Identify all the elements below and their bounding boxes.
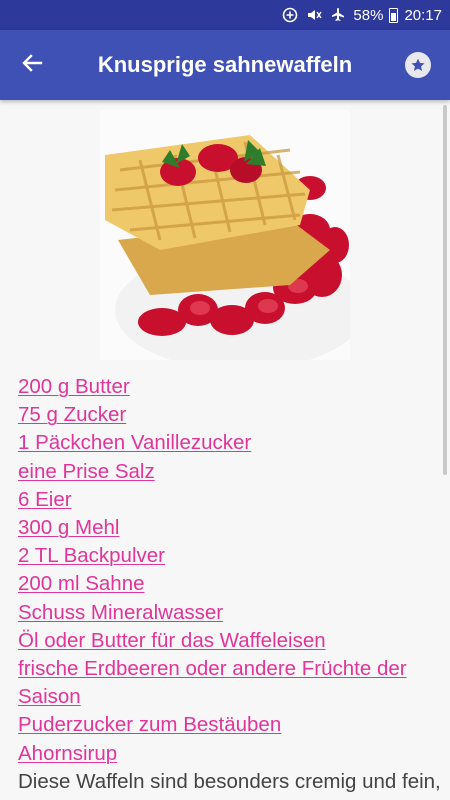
- ingredient-link[interactable]: 300 g Mehl: [18, 516, 119, 539]
- clock: 20:17: [404, 6, 442, 24]
- list-item[interactable]: Schuss Mineralwasser: [18, 600, 443, 628]
- app-bar: Knusprige sahnewaffeln: [0, 30, 450, 100]
- ingredient-link[interactable]: 75 g Zucker: [18, 403, 126, 426]
- recipe-photo: [100, 110, 350, 360]
- ingredient-link[interactable]: 6 Eier: [18, 488, 72, 511]
- list-item[interactable]: 200 g Butter: [18, 374, 443, 402]
- ingredient-link[interactable]: 2 TL Backpulver: [18, 544, 165, 567]
- page-title: Knusprige sahnewaffeln: [97, 52, 353, 77]
- list-item[interactable]: 2 TL Backpulver: [18, 543, 443, 571]
- ingredient-list: 200 g Butter 75 g Zucker 1 Päckchen Vani…: [18, 374, 443, 769]
- scrollbar[interactable]: [443, 105, 447, 475]
- ingredient-link[interactable]: 1 Päckchen Vanillezucker: [18, 431, 251, 454]
- ingredient-link[interactable]: 200 g Butter: [18, 375, 130, 398]
- ingredient-link[interactable]: Öl oder Butter für das Waffeleisen: [18, 629, 326, 652]
- ingredient-link[interactable]: eine Prise Salz: [18, 460, 155, 483]
- recipe-content[interactable]: 200 g Butter 75 g Zucker 1 Päckchen Vani…: [0, 100, 450, 800]
- arrow-left-icon: [21, 52, 43, 79]
- airplane-icon: [329, 6, 347, 24]
- back-button[interactable]: [0, 30, 64, 100]
- list-item[interactable]: 6 Eier: [18, 487, 443, 515]
- list-item[interactable]: Ahornsirup: [18, 741, 443, 769]
- battery-icon: [389, 7, 399, 23]
- list-item[interactable]: 200 ml Sahne: [18, 571, 443, 599]
- ingredient-link[interactable]: Puderzucker zum Bestäuben: [18, 713, 281, 736]
- list-item[interactable]: 1 Päckchen Vanillezucker: [18, 430, 443, 458]
- list-item[interactable]: frische Erdbeeren oder andere Früchte de…: [18, 656, 443, 712]
- battery-percent: 58%: [353, 6, 384, 24]
- ingredient-link[interactable]: 200 ml Sahne: [18, 572, 145, 595]
- list-item[interactable]: 300 g Mehl: [18, 515, 443, 543]
- ingredient-link[interactable]: Ahornsirup: [18, 742, 117, 765]
- list-item[interactable]: eine Prise Salz: [18, 459, 443, 487]
- list-item[interactable]: 75 g Zucker: [18, 402, 443, 430]
- recipe-description: Diese Waffeln sind besonders cremig und …: [18, 770, 441, 800]
- favorite-button[interactable]: [386, 30, 450, 100]
- data-saver-icon: [281, 6, 299, 24]
- star-icon: [405, 52, 431, 78]
- list-item[interactable]: Puderzucker zum Bestäuben: [18, 712, 443, 740]
- ingredient-link[interactable]: frische Erdbeeren oder andere Früchte de…: [18, 657, 407, 708]
- ingredient-link[interactable]: Schuss Mineralwasser: [18, 601, 223, 624]
- mute-icon: [305, 6, 323, 24]
- list-item[interactable]: Öl oder Butter für das Waffeleisen: [18, 628, 443, 656]
- status-bar: 58% 20:17: [0, 0, 450, 30]
